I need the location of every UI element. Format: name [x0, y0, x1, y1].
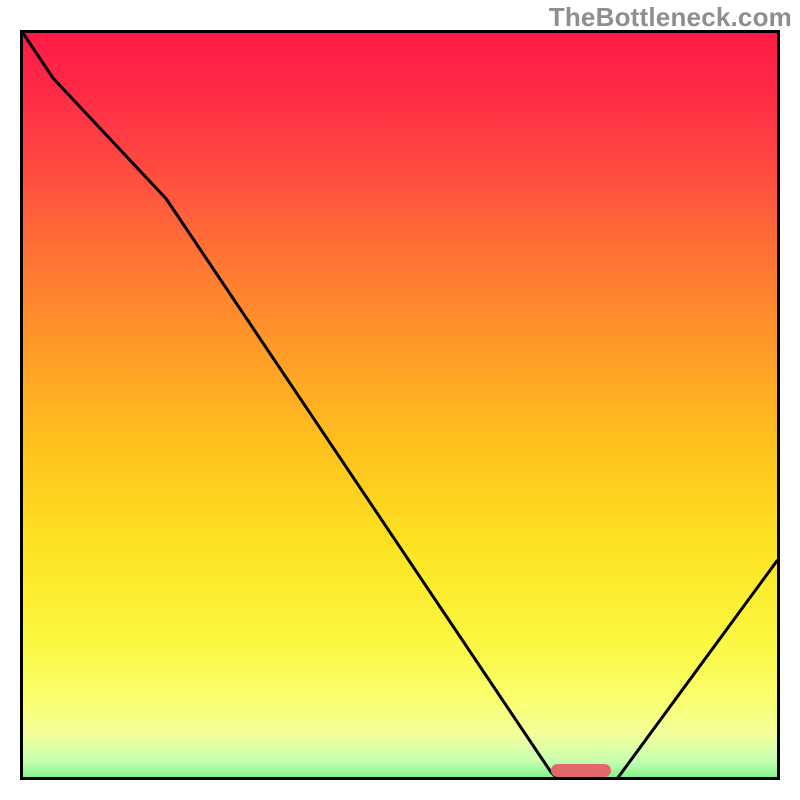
watermark: TheBottleneck.com — [549, 2, 792, 33]
optimal-marker — [551, 764, 611, 777]
chart-container: TheBottleneck.com — [0, 0, 800, 800]
bottleneck-curve — [23, 33, 777, 780]
plot-area — [20, 30, 780, 780]
